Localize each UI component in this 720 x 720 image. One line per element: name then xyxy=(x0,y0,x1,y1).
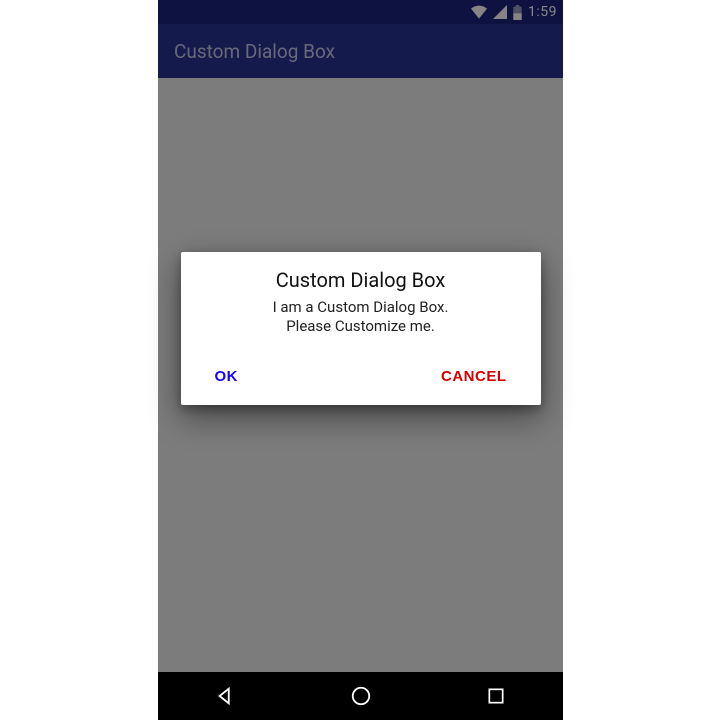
dialog-title: Custom Dialog Box xyxy=(181,268,541,292)
battery-icon xyxy=(513,5,522,20)
cancel-button[interactable]: CANCEL xyxy=(441,362,507,391)
recents-icon xyxy=(486,686,506,706)
nav-recents-button[interactable] xyxy=(456,682,536,710)
device-frame: 1:59 Custom Dialog Box Custom Dialog Box… xyxy=(158,0,563,720)
app-content: Custom Dialog Box I am a Custom Dialog B… xyxy=(158,78,563,672)
status-bar: 1:59 xyxy=(158,0,563,24)
ok-button[interactable]: OK xyxy=(215,362,239,391)
app-bar-title: Custom Dialog Box xyxy=(174,40,335,63)
app-bar: Custom Dialog Box xyxy=(158,24,563,78)
navigation-bar xyxy=(158,672,563,720)
nav-back-button[interactable] xyxy=(185,681,267,711)
wifi-icon xyxy=(471,5,487,19)
cellular-signal-icon xyxy=(493,5,507,19)
home-icon xyxy=(350,685,372,707)
nav-home-button[interactable] xyxy=(320,681,402,711)
custom-dialog: Custom Dialog Box I am a Custom Dialog B… xyxy=(181,252,541,405)
back-icon xyxy=(215,685,237,707)
dialog-message: I am a Custom Dialog Box. Please Customi… xyxy=(181,298,541,336)
status-clock: 1:59 xyxy=(528,4,557,20)
dialog-actions: OK CANCEL xyxy=(181,362,541,393)
